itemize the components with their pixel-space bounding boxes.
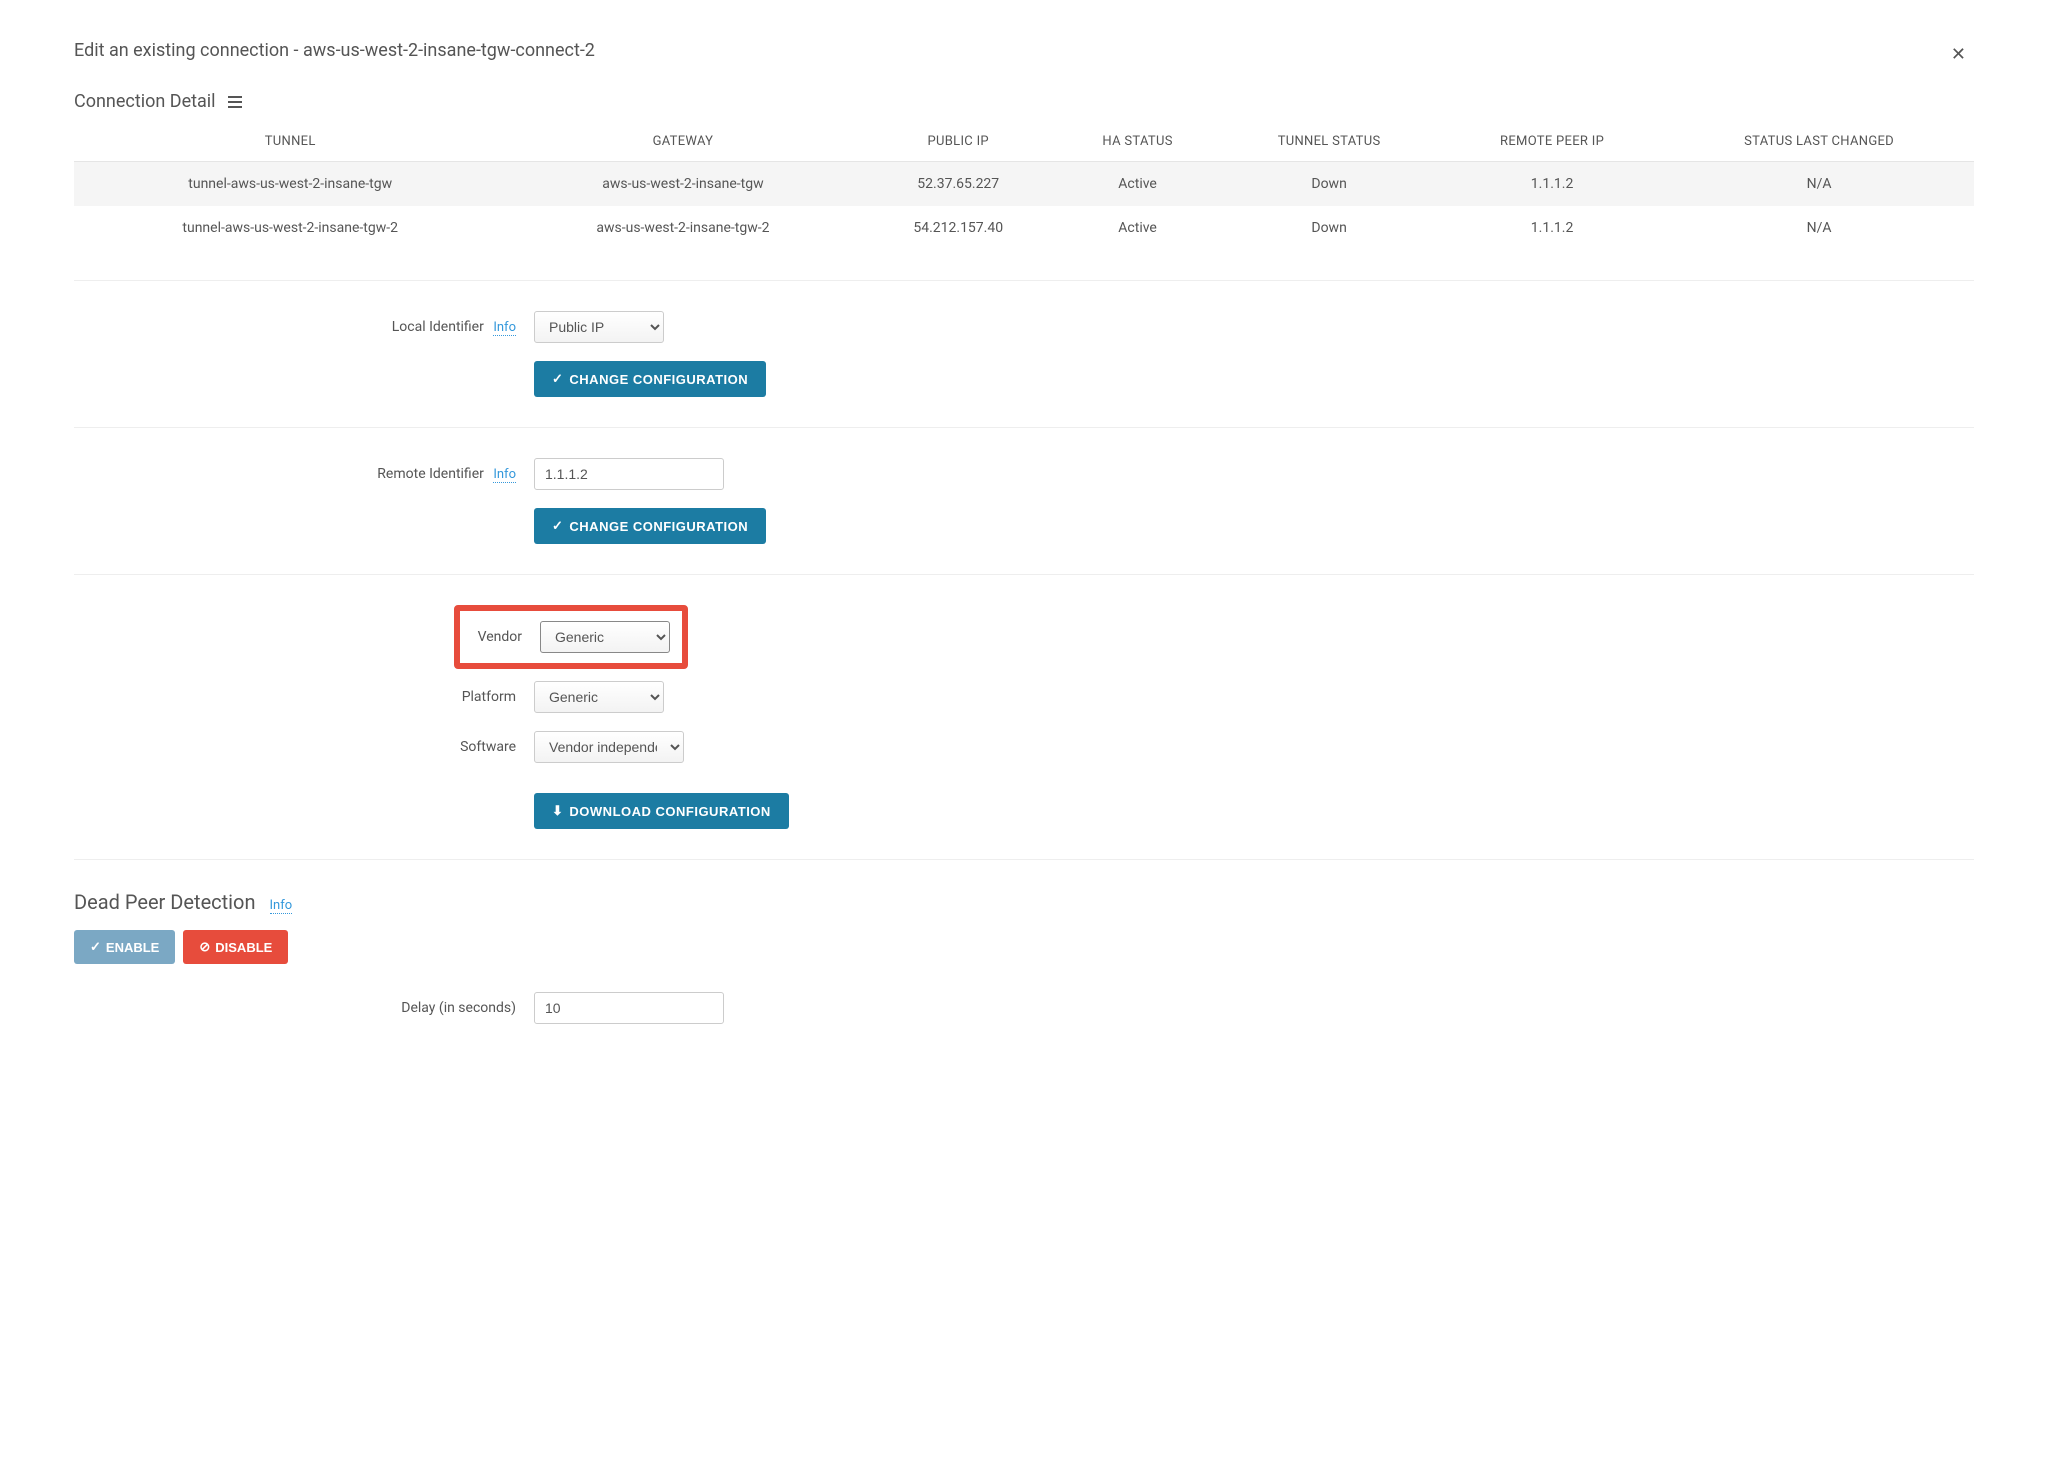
cell-tunnel-status: Down bbox=[1218, 162, 1440, 207]
local-identifier-label: Local Identifier bbox=[392, 319, 484, 335]
local-identifier-info-link[interactable]: Info bbox=[493, 320, 516, 336]
change-configuration-remote-button[interactable]: CHANGE CONFIGURATION bbox=[534, 508, 766, 544]
delay-label: Delay (in seconds) bbox=[401, 1000, 516, 1016]
col-tunnel: TUNNEL bbox=[74, 122, 506, 162]
table-row[interactable]: tunnel-aws-us-west-2-insane-tgw aws-us-w… bbox=[74, 162, 1974, 207]
software-select[interactable]: Vendor independent bbox=[534, 731, 684, 763]
cell-gateway: aws-us-west-2-insane-tgw bbox=[506, 162, 859, 207]
cell-public-ip: 54.212.157.40 bbox=[859, 206, 1056, 250]
remote-identifier-label: Remote Identifier bbox=[377, 466, 484, 482]
col-gateway: GATEWAY bbox=[506, 122, 859, 162]
divider bbox=[74, 859, 1974, 860]
cell-remote-peer-ip: 1.1.1.2 bbox=[1440, 206, 1664, 250]
change-configuration-local-button[interactable]: CHANGE CONFIGURATION bbox=[534, 361, 766, 397]
cell-status-last-changed: N/A bbox=[1664, 206, 1974, 250]
cell-tunnel: tunnel-aws-us-west-2-insane-tgw-2 bbox=[74, 206, 506, 250]
platform-label: Platform bbox=[462, 689, 516, 705]
cell-ha-status: Active bbox=[1057, 162, 1218, 207]
col-public-ip: PUBLIC IP bbox=[859, 122, 1056, 162]
divider bbox=[74, 427, 1974, 428]
col-status-last-changed: STATUS LAST CHANGED bbox=[1664, 122, 1974, 162]
page-title: Edit an existing connection - aws-us-wes… bbox=[74, 40, 1974, 61]
col-remote-peer-ip: REMOTE PEER IP bbox=[1440, 122, 1664, 162]
vendor-label: Vendor bbox=[472, 629, 522, 645]
divider bbox=[74, 280, 1974, 281]
delay-input[interactable] bbox=[534, 992, 724, 1024]
dpd-info-link[interactable]: Info bbox=[270, 898, 293, 914]
platform-select[interactable]: Generic bbox=[534, 681, 664, 713]
download-configuration-button[interactable]: DOWNLOAD CONFIGURATION bbox=[534, 793, 789, 829]
table-row[interactable]: tunnel-aws-us-west-2-insane-tgw-2 aws-us… bbox=[74, 206, 1974, 250]
cell-status-last-changed: N/A bbox=[1664, 162, 1974, 207]
connection-detail-title: Connection Detail bbox=[74, 91, 216, 112]
connection-detail-table: TUNNEL GATEWAY PUBLIC IP HA STATUS TUNNE… bbox=[74, 122, 1974, 250]
vendor-select[interactable]: Generic bbox=[540, 621, 670, 653]
remote-identifier-info-link[interactable]: Info bbox=[493, 467, 516, 483]
cell-remote-peer-ip: 1.1.1.2 bbox=[1440, 162, 1664, 207]
local-identifier-select[interactable]: Public IP bbox=[534, 311, 664, 343]
cell-gateway: aws-us-west-2-insane-tgw-2 bbox=[506, 206, 859, 250]
cell-ha-status: Active bbox=[1057, 206, 1218, 250]
divider bbox=[74, 574, 1974, 575]
software-label: Software bbox=[460, 739, 516, 755]
menu-icon[interactable] bbox=[228, 96, 242, 108]
cell-public-ip: 52.37.65.227 bbox=[859, 162, 1056, 207]
col-ha-status: HA STATUS bbox=[1057, 122, 1218, 162]
col-tunnel-status: TUNNEL STATUS bbox=[1218, 122, 1440, 162]
enable-button[interactable]: ENABLE bbox=[74, 930, 175, 964]
cell-tunnel: tunnel-aws-us-west-2-insane-tgw bbox=[74, 162, 506, 207]
remote-identifier-input[interactable] bbox=[534, 458, 724, 490]
close-button[interactable]: ✕ bbox=[1943, 40, 1974, 69]
dpd-title: Dead Peer Detection bbox=[74, 890, 256, 914]
disable-button[interactable]: DISABLE bbox=[183, 930, 288, 964]
vendor-highlight: Vendor Generic bbox=[454, 605, 688, 669]
cell-tunnel-status: Down bbox=[1218, 206, 1440, 250]
close-icon: ✕ bbox=[1951, 44, 1966, 64]
